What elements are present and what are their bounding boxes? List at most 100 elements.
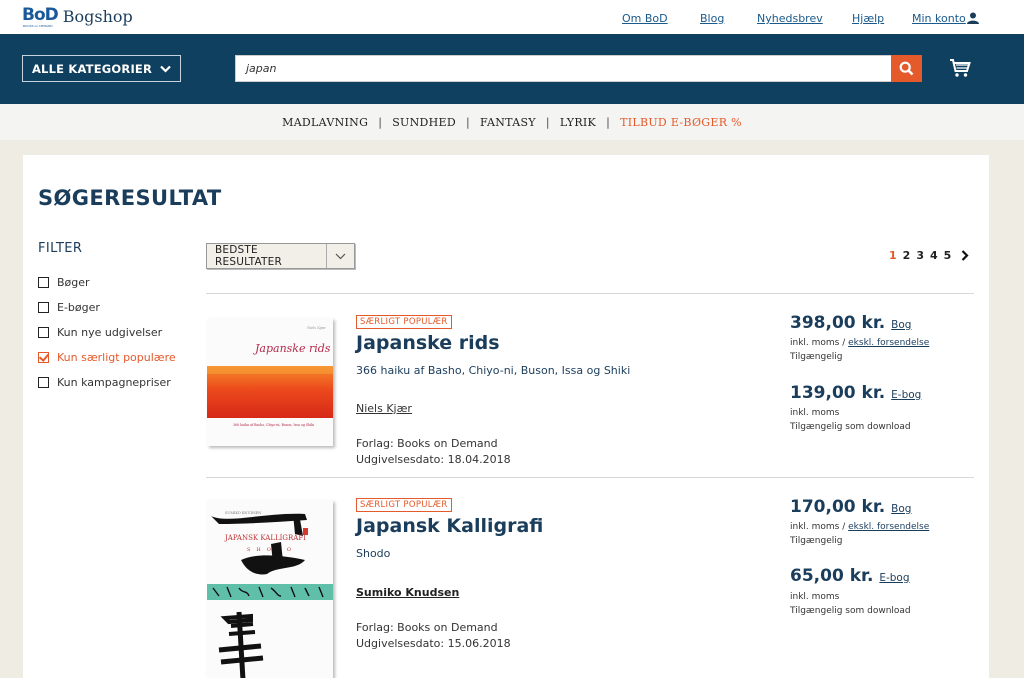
all-categories-button[interactable]: ALLE KATEGORIER [22,55,181,82]
price-amount: 65,00 kr. [790,566,874,586]
chevron-right-icon[interactable] [961,250,969,261]
result-publisher: Forlag: Books on Demand [356,621,498,634]
nav-separator: | [606,115,611,129]
price-note: inkl. moms / ekskl. forsendelse Tilgænge… [790,336,929,364]
price-type-link[interactable]: Bog [891,503,911,515]
filter-saerligt-populaere[interactable]: Kun særligt populære [38,351,176,364]
sort-caret[interactable] [326,244,354,268]
category-nav: MADLAVNING | SUNDHED | FANTASY | LYRIK |… [0,104,1024,140]
category-fantasy[interactable]: FANTASY [480,116,536,129]
filter-nye-udgivelser[interactable]: Kun nye udgivelser [38,326,162,339]
toplink-om-bod[interactable]: Om BoD [622,12,668,25]
result-subtitle: 366 haiku af Basho, Chiyo-ni, Buson, Iss… [356,364,631,377]
checkbox-icon[interactable] [38,277,49,288]
filter-kampagnepriser[interactable]: Kun kampagnepriser [38,376,171,389]
book-cover-japanske-rids[interactable]: Niels Kjær Japanske rids 366 haiku af Ba… [207,318,333,446]
all-categories-label: ALLE KATEGORIER [31,61,153,76]
cover-art: SUMIKO KNUDSEN JAPANSK KALLIGRAFI SHODO [207,500,333,678]
price-note: inkl. moms / ekskl. forsendelse Tilgænge… [790,520,929,548]
divider [206,477,974,478]
price-amount: 170,00 kr. [790,497,886,517]
sort-dropdown[interactable]: BEDSTE RESULTATER [206,243,355,269]
price-ebook: 65,00 kr. E-bog [790,566,910,586]
price-note: inkl. moms Tilgængelig som download [790,590,911,618]
popular-badge: SÆRLIGT POPULÆR [356,498,452,512]
nav-separator: | [466,115,471,129]
result-title[interactable]: Japansk Kalligrafi [356,515,543,537]
price-availability: Tilgængelig [790,352,843,362]
pagination: 1 2 3 4 5 [889,249,969,262]
book-cover-japansk-kalligrafi[interactable]: SUMIKO KNUDSEN JAPANSK KALLIGRAFI SHODO [207,500,333,678]
result-subtitle: Shodo [356,547,391,560]
result-meta: Forlag: Books on Demand Udgivelsesdato: … [356,620,511,652]
top-bar: BoD BOOKS on DEMAND Bogshop Om BoD Blog … [0,0,1024,34]
checkbox-icon[interactable] [38,302,49,313]
price-availability: Tilgængelig som download [790,606,911,616]
cover-author: SUMIKO KNUDSEN [225,511,261,515]
shipping-link[interactable]: ekskl. forsendelse [848,522,929,532]
popular-badge: SÆRLIGT POPULÆR [356,315,452,329]
results-panel: SØGERESULTAT FILTER Bøger E-bøger Kun ny… [23,155,989,678]
logo-subtitle: BOOKS on DEMAND [23,24,53,28]
price-availability: Tilgængelig som download [790,422,911,432]
price-type-link[interactable]: E-bog [879,572,909,584]
result-date: Udgivelsesdato: 18.04.2018 [356,453,511,466]
price-type-link[interactable]: E-bog [891,389,921,401]
cover-title: Japanske rids [253,342,331,355]
price-availability: Tilgængelig [790,536,843,546]
nav-separator: | [378,115,383,129]
cart-icon[interactable] [949,58,971,78]
filter-boger[interactable]: Bøger [38,276,90,289]
price-book: 170,00 kr. Bog [790,497,911,517]
price-note-vat: inkl. moms [790,408,840,418]
price-amount: 398,00 kr. [790,313,886,333]
page-link[interactable]: 3 [916,249,924,262]
price-type-link[interactable]: Bog [891,319,911,331]
result-author-link[interactable]: Niels Kjær [356,402,412,415]
user-icon[interactable] [967,12,979,24]
page-link[interactable]: 1 [889,249,897,262]
category-madlavning[interactable]: MADLAVNING [282,116,368,129]
search-input[interactable]: japan [235,55,892,82]
shipping-link[interactable]: ekskl. forsendelse [848,338,929,348]
logo[interactable]: BoD BOOKS on DEMAND Bogshop [22,7,133,29]
cover-author: Niels Kjær [307,326,326,330]
toplink-min-konto[interactable]: Min konto [912,12,966,25]
toplink-nyhedsbrev[interactable]: Nyhedsbrev [757,12,823,25]
filter-title: FILTER [38,241,83,256]
price-ebook: 139,00 kr. E-bog [790,383,921,403]
page-title: SØGERESULTAT [38,186,222,210]
checkbox-icon[interactable] [38,327,49,338]
nav-separator: | [545,115,550,129]
result-title[interactable]: Japanske rids [356,332,500,354]
category-sundhed[interactable]: SUNDHED [392,116,456,129]
page-link[interactable]: 2 [903,249,911,262]
toplink-blog[interactable]: Blog [700,12,724,25]
result-author-link[interactable]: Sumiko Knudsen [356,586,459,599]
filter-e-boger[interactable]: E-bøger [38,301,100,314]
search-button[interactable] [891,55,922,82]
price-note-vat: inkl. moms / [790,522,849,532]
header: ALLE KATEGORIER japan [0,34,1024,104]
result-publisher: Forlag: Books on Demand [356,437,498,450]
filter-label: Kun særligt populære [57,351,176,364]
result-meta: Forlag: Books on Demand Udgivelsesdato: … [356,436,511,468]
result-date: Udgivelsesdato: 15.06.2018 [356,637,511,650]
divider [206,293,974,294]
page-link[interactable]: 4 [930,249,938,262]
filter-label: E-bøger [57,301,100,314]
price-note-vat: inkl. moms / [790,338,849,348]
price-book: 398,00 kr. Bog [790,313,911,333]
category-lyrik[interactable]: LYRIK [560,116,596,129]
price-note-vat: inkl. moms [790,592,840,602]
checkbox-checked-icon[interactable] [38,352,49,363]
logo-name: Bogshop [62,7,133,26]
toplink-hjaelp[interactable]: Hjælp [852,12,884,25]
filter-label: Bøger [57,276,90,289]
cover-art: Niels Kjær Japanske rids 366 haiku af Ba… [207,318,333,446]
category-tilbud[interactable]: TILBUD E-BØGER % [620,116,742,129]
checkbox-icon[interactable] [38,377,49,388]
cover-subtitle: 366 haiku af Basho, Chiyo-ni, Buson, Iss… [233,423,314,427]
price-note: inkl. moms Tilgængelig som download [790,406,911,434]
page-link[interactable]: 5 [944,249,952,262]
